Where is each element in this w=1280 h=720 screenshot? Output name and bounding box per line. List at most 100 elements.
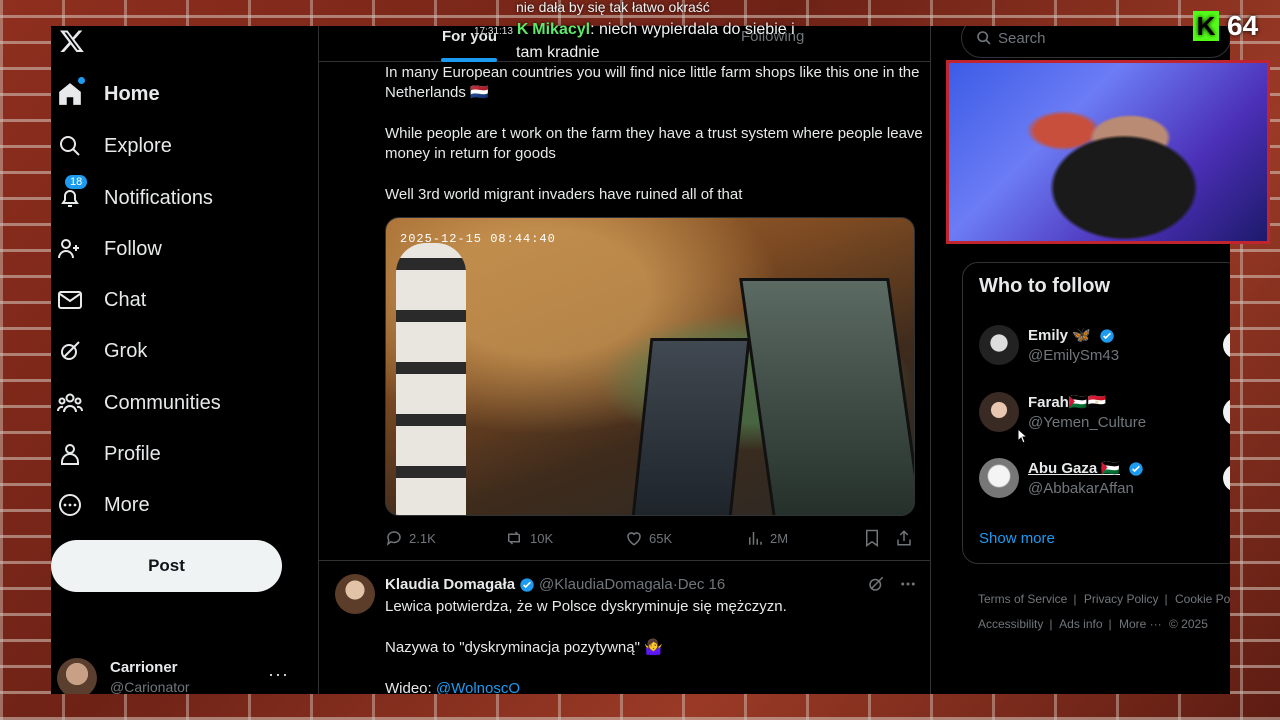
account-handle: @Carionator [110, 679, 190, 694]
avatar [979, 458, 1019, 498]
author-handle[interactable]: @KlaudiaDomagala [539, 576, 673, 593]
follow-suggestion[interactable]: Emily 🦋 @EmilySm43 [979, 325, 1230, 369]
footer-more-link[interactable]: More ··· [1119, 617, 1162, 631]
more-dots-icon[interactable] [899, 575, 917, 593]
follow-suggestion[interactable]: Abu Gaza 🇵🇸 @AbbakarAffan [979, 458, 1230, 502]
share-icon [897, 530, 911, 546]
privacy-link[interactable]: Privacy Policy [1084, 592, 1159, 606]
add-person-icon [57, 236, 83, 262]
account-switcher[interactable]: Carrioner @Carionator ··· [57, 658, 307, 694]
nav-profile-label: Profile [104, 442, 161, 465]
search-placeholder: Search [998, 29, 1046, 47]
timeline: For you Following In many European count… [318, 26, 931, 694]
mention-link[interactable]: @WolnoscO [436, 680, 520, 694]
nav-communities-label: Communities [104, 391, 221, 414]
more-circle-icon [57, 492, 83, 518]
author-name[interactable]: Klaudia Domagała [385, 576, 515, 593]
views-chart-icon [749, 532, 762, 545]
tweet-actions: 2.1K 10K 65K 2M [385, 529, 915, 549]
reply-button[interactable]: 2.1K [385, 529, 436, 547]
repost-button[interactable]: 10K [504, 529, 553, 547]
ads-info-link[interactable]: Ads info [1059, 617, 1102, 631]
viewer-count: 64 [1227, 10, 1259, 41]
tweet-date[interactable]: Dec 16 [678, 576, 726, 593]
reply-icon [386, 531, 401, 546]
nav-explore-label: Explore [104, 134, 172, 157]
bookmark-button[interactable] [864, 529, 886, 547]
avatar [979, 392, 1019, 432]
home-icon [57, 77, 85, 107]
tweet-text-line: Well 3rd world migrant invaders have rui… [385, 186, 743, 203]
envelope-icon [57, 287, 83, 313]
views-button[interactable]: 2M [746, 529, 788, 547]
post-button[interactable]: Post [51, 540, 282, 592]
nav-follow-label: Follow [104, 237, 162, 260]
cookie-link[interactable]: Cookie Po [1175, 592, 1230, 606]
viewer-counter: K 64 [1193, 10, 1258, 42]
copyright: © 2025 [1169, 617, 1208, 631]
show-more-link[interactable]: Show more [979, 530, 1055, 547]
suggestion-name: Farah🇵🇸🇪🇬 [1028, 394, 1107, 411]
chat-message-top: nie dała by się tak łatwo okraść [516, 0, 710, 15]
chat-username: Mikacyl [532, 21, 591, 38]
video-person [396, 243, 466, 515]
nav-grok-label: Grok [104, 339, 148, 362]
suggestion-name: Abu Gaza 🇵🇸 [1028, 459, 1148, 477]
avatar [979, 325, 1019, 365]
verified-badge-icon [520, 577, 534, 592]
unread-dot [78, 77, 85, 84]
video-fridge [739, 278, 914, 515]
tweet-text-line: Lewica potwierdza, że w Polsce dyskrymin… [385, 598, 787, 615]
search-input[interactable]: Search [961, 26, 1230, 58]
share-button[interactable] [895, 529, 919, 547]
active-tab-indicator [441, 58, 497, 62]
grok-icon [57, 338, 83, 364]
bell-icon: 18 [57, 175, 88, 211]
like-count: 65K [649, 530, 673, 546]
nav-notifications[interactable]: 18 Notifications [57, 175, 213, 218]
nav-chat-label: Chat [104, 288, 147, 311]
nav-home[interactable]: Home [57, 74, 160, 114]
accessibility-link[interactable]: Accessibility [978, 617, 1043, 631]
chat-message: 17:31:13 K Mikacyl: niech wypierdala do … [474, 18, 795, 43]
suggestion-handle: @EmilySm43 [1028, 347, 1120, 364]
nav-profile[interactable]: Profile [57, 434, 161, 474]
x-logo-icon[interactable] [59, 28, 85, 54]
terms-link[interactable]: Terms of Service [978, 592, 1067, 606]
grok-icon[interactable] [867, 575, 885, 593]
tweet-text-line: Wideo: @WolnoscO [385, 679, 925, 694]
follow-button[interactable] [1223, 331, 1230, 359]
avatar[interactable] [335, 574, 375, 614]
tweet-text-line: Nazywa to "dyskryminacja pozytywną" 🤷‍♀️ [385, 639, 663, 656]
follow-button[interactable] [1223, 398, 1230, 426]
avatar [57, 658, 97, 694]
mouse-cursor-icon [1017, 428, 1029, 444]
suggestion-handle: @AbbakarAffan [1028, 480, 1134, 497]
nav-grok[interactable]: Grok [57, 331, 147, 371]
person-icon [57, 441, 83, 467]
sidebar-nav: Home Explore 18 Notifications Follow Cha… [51, 26, 318, 694]
panel-title: Who to follow [979, 275, 1111, 297]
nav-follow[interactable]: Follow [57, 229, 162, 269]
reply-count: 2.1K [409, 530, 436, 546]
kick-logo-icon: K [1193, 11, 1219, 41]
search-icon [977, 31, 991, 45]
nav-communities[interactable]: Communities [57, 383, 221, 423]
like-button[interactable]: 65K [625, 529, 672, 547]
tweet-header-actions [867, 575, 917, 593]
search-icon [57, 133, 83, 159]
nav-notifications-label: Notifications [104, 186, 213, 209]
tweet-video-thumbnail[interactable]: 2025-12-15 08:44:40 [385, 217, 915, 516]
repost-icon [508, 531, 520, 545]
follow-button[interactable] [1223, 464, 1230, 492]
video-fridge [631, 338, 751, 515]
nav-explore[interactable]: Explore [57, 126, 172, 166]
views-count: 2M [770, 530, 789, 546]
more-dots-icon[interactable]: ··· [268, 664, 289, 685]
chat-timestamp: 17:31:13 [474, 26, 513, 37]
suggestion-name: Emily 🦋 [1028, 326, 1119, 344]
nav-chat[interactable]: Chat [57, 280, 146, 320]
nav-home-label: Home [104, 82, 160, 105]
nav-more[interactable]: More [57, 485, 150, 525]
video-credit-prefix: Wideo: [385, 680, 436, 694]
